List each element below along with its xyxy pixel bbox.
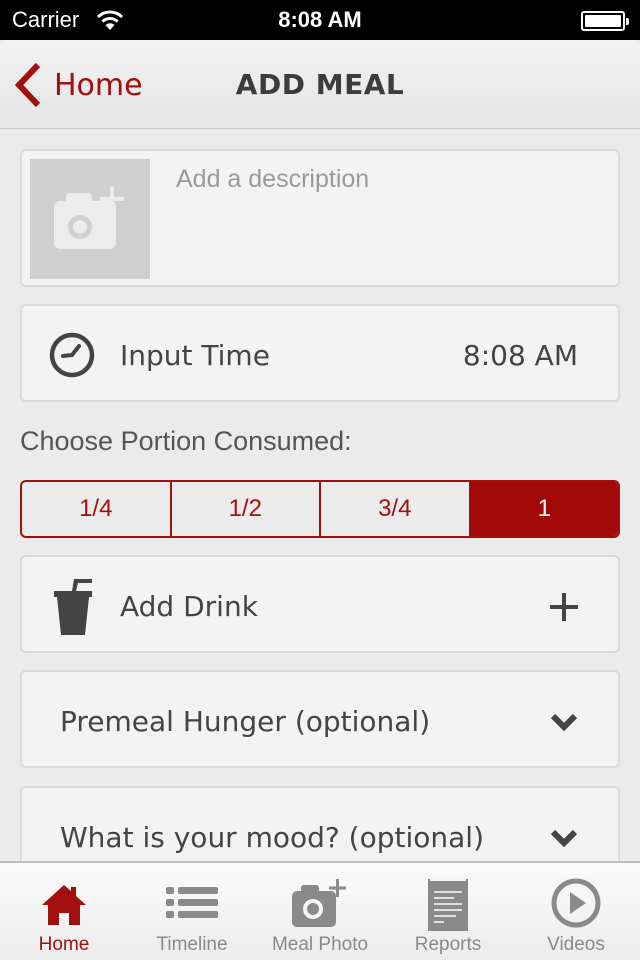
premeal-hunger-label: Premeal Hunger (optional): [60, 705, 431, 738]
clock-icon: [49, 332, 95, 378]
portion-option-quarter[interactable]: 1/4: [22, 482, 172, 536]
portion-segmented-control: 1/4 1/2 3/4 1: [20, 480, 620, 538]
input-time-value: 8:08 AM: [462, 339, 578, 372]
tab-reports[interactable]: Reports: [384, 863, 512, 960]
add-meal-form: Input Time 8:08 AM Choose Portion Consum…: [0, 130, 640, 861]
description-input[interactable]: [176, 165, 606, 194]
list-icon: [166, 887, 218, 918]
add-drink-row[interactable]: Add Drink: [20, 555, 620, 653]
portion-option-three-quarters[interactable]: 3/4: [321, 482, 471, 536]
portion-label: Choose Portion Consumed:: [20, 426, 352, 456]
mood-dropdown[interactable]: What is your mood? (optional): [20, 786, 620, 861]
meal-description-card: [20, 149, 620, 287]
status-bar: Carrier 8:08 AM: [0, 0, 640, 40]
home-icon: [42, 885, 86, 925]
report-icon: [428, 879, 468, 931]
portion-option-half[interactable]: 1/2: [172, 482, 321, 536]
camera-add-icon: [292, 879, 346, 927]
navigation-bar: Home ADD MEAL: [0, 40, 640, 129]
mood-label: What is your mood? (optional): [60, 821, 484, 854]
tab-timeline[interactable]: Timeline: [128, 863, 256, 960]
chevron-down-icon: [550, 713, 578, 732]
portion-option-full[interactable]: 1: [470, 482, 618, 536]
tab-videos[interactable]: Videos: [512, 863, 640, 960]
camera-add-icon: [54, 187, 124, 249]
input-time-row[interactable]: Input Time 8:08 AM: [20, 304, 620, 402]
tab-home-label: Home: [38, 934, 90, 955]
tab-timeline-label: Timeline: [156, 934, 228, 955]
battery-icon: [581, 11, 629, 31]
add-drink-label: Add Drink: [120, 590, 258, 623]
premeal-hunger-dropdown[interactable]: Premeal Hunger (optional): [20, 670, 620, 768]
tab-meal-photo[interactable]: Meal Photo: [256, 863, 384, 960]
tab-home[interactable]: Home: [0, 863, 128, 960]
cup-icon: [54, 579, 92, 635]
add-photo-button[interactable]: [30, 159, 150, 279]
chevron-down-icon: [550, 829, 578, 848]
tab-bar: Home Timeline Meal Photo Reports Videos: [0, 861, 640, 960]
tab-meal-photo-label: Meal Photo: [271, 934, 369, 955]
page-title: ADD MEAL: [235, 68, 405, 101]
play-circle-icon: [551, 878, 601, 928]
tab-reports-label: Reports: [414, 934, 482, 955]
input-time-label: Input Time: [120, 339, 270, 372]
tab-videos-label: Videos: [547, 934, 605, 955]
status-time: 8:08 AM: [278, 7, 362, 32]
plus-icon[interactable]: [550, 593, 578, 621]
